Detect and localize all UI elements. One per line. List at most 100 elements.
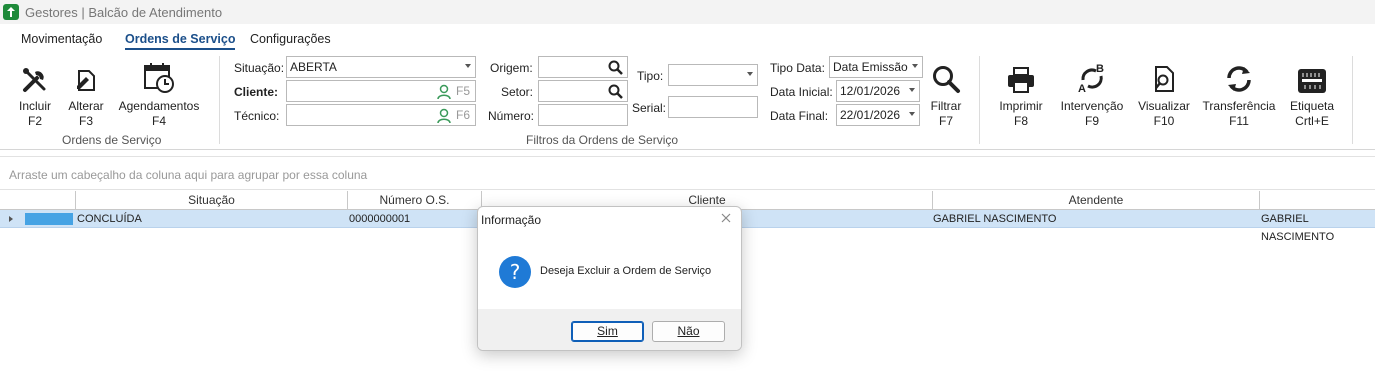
agendamentos-key: F4 xyxy=(151,114,166,128)
agendamentos-label: Agendamentos xyxy=(118,99,200,113)
tipo-data-value: Data Emissão xyxy=(833,60,908,74)
tipo-data-label: Tipo Data: xyxy=(770,61,825,75)
cliente-label: Cliente: xyxy=(234,85,279,99)
column-header-atendente[interactable]: Atendente xyxy=(932,191,1259,210)
imprimir-label: Imprimir xyxy=(999,99,1043,113)
title-bar: Gestores | Balcão de Atendimento xyxy=(0,0,1375,24)
cell-atendente: GABRIEL NASCIMENTO xyxy=(933,213,1057,225)
origem-input[interactable] xyxy=(538,56,628,78)
dialog-body: ? Deseja Excluir a Ordem de Serviço xyxy=(478,231,741,309)
column-header-extra[interactable] xyxy=(1259,191,1375,210)
dialog-message: Deseja Excluir a Ordem de Serviço xyxy=(540,265,712,277)
group-by-panel[interactable]: Arraste um cabeçalho da coluna aqui para… xyxy=(0,156,1375,190)
group-label-ordens: Ordens de Serviço xyxy=(62,133,162,147)
tools-icon xyxy=(14,58,56,94)
intervencao-button[interactable]: BA Intervenção F9 xyxy=(1059,58,1125,129)
intervencao-label: Intervenção xyxy=(1060,99,1124,113)
svg-text:A: A xyxy=(1078,83,1086,94)
question-icon: ? xyxy=(499,256,531,288)
ribbon-divider xyxy=(1352,56,1353,144)
column-header-situacao[interactable]: Situação xyxy=(75,191,347,210)
preview-icon xyxy=(1137,58,1191,94)
ribbon-divider xyxy=(979,56,980,144)
transferencia-button[interactable]: Transferência F11 xyxy=(1202,58,1276,129)
visualizar-key: F10 xyxy=(1153,114,1175,128)
nao-button[interactable]: Não xyxy=(652,321,725,342)
alterar-key: F3 xyxy=(78,114,93,128)
refresh-icon xyxy=(1202,58,1276,94)
cliente-input[interactable]: F5 xyxy=(286,80,476,102)
menu-bar: Movimentação Ordens de Serviço Configura… xyxy=(0,24,1375,54)
data-final-label: Data Final: xyxy=(770,109,829,123)
group-label-filtros: Filtros da Ordens de Serviço xyxy=(526,133,679,147)
menu-ordens-de-servico[interactable]: Ordens de Serviço xyxy=(125,32,236,50)
imprimir-button[interactable]: Imprimir F8 xyxy=(996,58,1046,129)
imprimir-key: F8 xyxy=(1013,114,1028,128)
tecnico-label: Técnico: xyxy=(234,109,280,123)
swap-ab-icon: BA xyxy=(1059,58,1125,94)
cell-situacao: CONCLUÍDA xyxy=(77,213,142,225)
tecnico-key: F6 xyxy=(455,108,470,122)
filtrar-button[interactable]: Filtrar F7 xyxy=(926,58,966,129)
magnifier-icon xyxy=(926,58,966,94)
filtrar-label: Filtrar xyxy=(930,99,962,113)
tipo-data-select[interactable]: Data Emissão xyxy=(829,56,923,78)
setor-label: Setor: xyxy=(501,85,534,99)
numero-label: Número: xyxy=(488,109,535,123)
numero-input[interactable] xyxy=(538,104,628,126)
search-icon[interactable] xyxy=(608,60,623,78)
incluir-button[interactable]: Incluir F2 xyxy=(14,58,56,129)
dialog-title: Informação xyxy=(481,213,542,227)
etiqueta-button[interactable]: Etiqueta Crtl+E xyxy=(1287,58,1337,129)
visualizar-button[interactable]: Visualizar F10 xyxy=(1137,58,1191,129)
dialog-footer: Sim Não xyxy=(478,309,741,350)
chevron-down-icon xyxy=(912,64,918,68)
chevron-down-icon xyxy=(909,112,915,116)
visualizar-label: Visualizar xyxy=(1138,99,1190,113)
edit-document-icon xyxy=(64,58,108,94)
ribbon: Incluir F2 Alterar F3 Agendamentos F4 Or… xyxy=(0,54,1375,150)
confirm-dialog: Informação ? Deseja Excluir a Ordem de S… xyxy=(477,206,742,351)
printer-icon xyxy=(996,58,1046,94)
alterar-button[interactable]: Alterar F3 xyxy=(64,58,108,129)
group-by-hint: Arraste um cabeçalho da coluna aqui para… xyxy=(9,168,368,182)
chevron-down-icon xyxy=(465,64,471,68)
sim-button[interactable]: Sim xyxy=(571,321,644,342)
tecnico-input[interactable]: F6 xyxy=(286,104,476,126)
situacao-value: ABERTA xyxy=(290,60,337,74)
origem-label: Origem: xyxy=(490,61,533,75)
column-header-numero[interactable]: Número O.S. xyxy=(347,191,481,210)
chevron-down-icon xyxy=(747,72,753,76)
status-color-swatch xyxy=(25,213,73,225)
incluir-key: F2 xyxy=(27,114,42,128)
ribbon-divider xyxy=(219,56,220,144)
filtrar-key: F7 xyxy=(938,114,953,128)
calendar-clock-icon xyxy=(117,58,201,94)
window-title: Gestores | Balcão de Atendimento xyxy=(25,4,223,20)
intervencao-key: F9 xyxy=(1084,114,1099,128)
agendamentos-button[interactable]: Agendamentos F4 xyxy=(117,58,201,129)
situacao-select[interactable]: ABERTA xyxy=(286,56,476,78)
search-icon[interactable] xyxy=(608,84,623,102)
menu-movimentacao[interactable]: Movimentação xyxy=(21,32,102,46)
serial-label: Serial: xyxy=(632,101,667,115)
cell-extra: GABRIEL NASCIMENTO xyxy=(1261,213,1335,243)
barcode-label-icon xyxy=(1287,58,1337,94)
app-logo-icon xyxy=(3,4,19,20)
tipo-label: Tipo: xyxy=(637,69,664,83)
serial-input[interactable] xyxy=(668,96,758,118)
data-inicial-label: Data Inicial: xyxy=(770,85,833,99)
user-search-icon[interactable] xyxy=(437,108,453,127)
cliente-key: F5 xyxy=(455,84,470,98)
user-search-icon[interactable] xyxy=(437,84,453,103)
menu-configuracoes[interactable]: Configurações xyxy=(250,32,331,46)
etiqueta-label: Etiqueta xyxy=(1289,99,1335,113)
transferencia-key: F11 xyxy=(1229,114,1249,128)
alterar-label: Alterar xyxy=(68,99,104,113)
data-inicial-picker[interactable]: 12/01/2026 xyxy=(836,80,920,102)
data-final-picker[interactable]: 22/01/2026 xyxy=(836,104,920,126)
svg-text:B: B xyxy=(1096,63,1104,75)
tipo-select[interactable] xyxy=(668,64,758,86)
setor-input[interactable] xyxy=(538,80,628,102)
close-icon[interactable] xyxy=(719,211,733,225)
